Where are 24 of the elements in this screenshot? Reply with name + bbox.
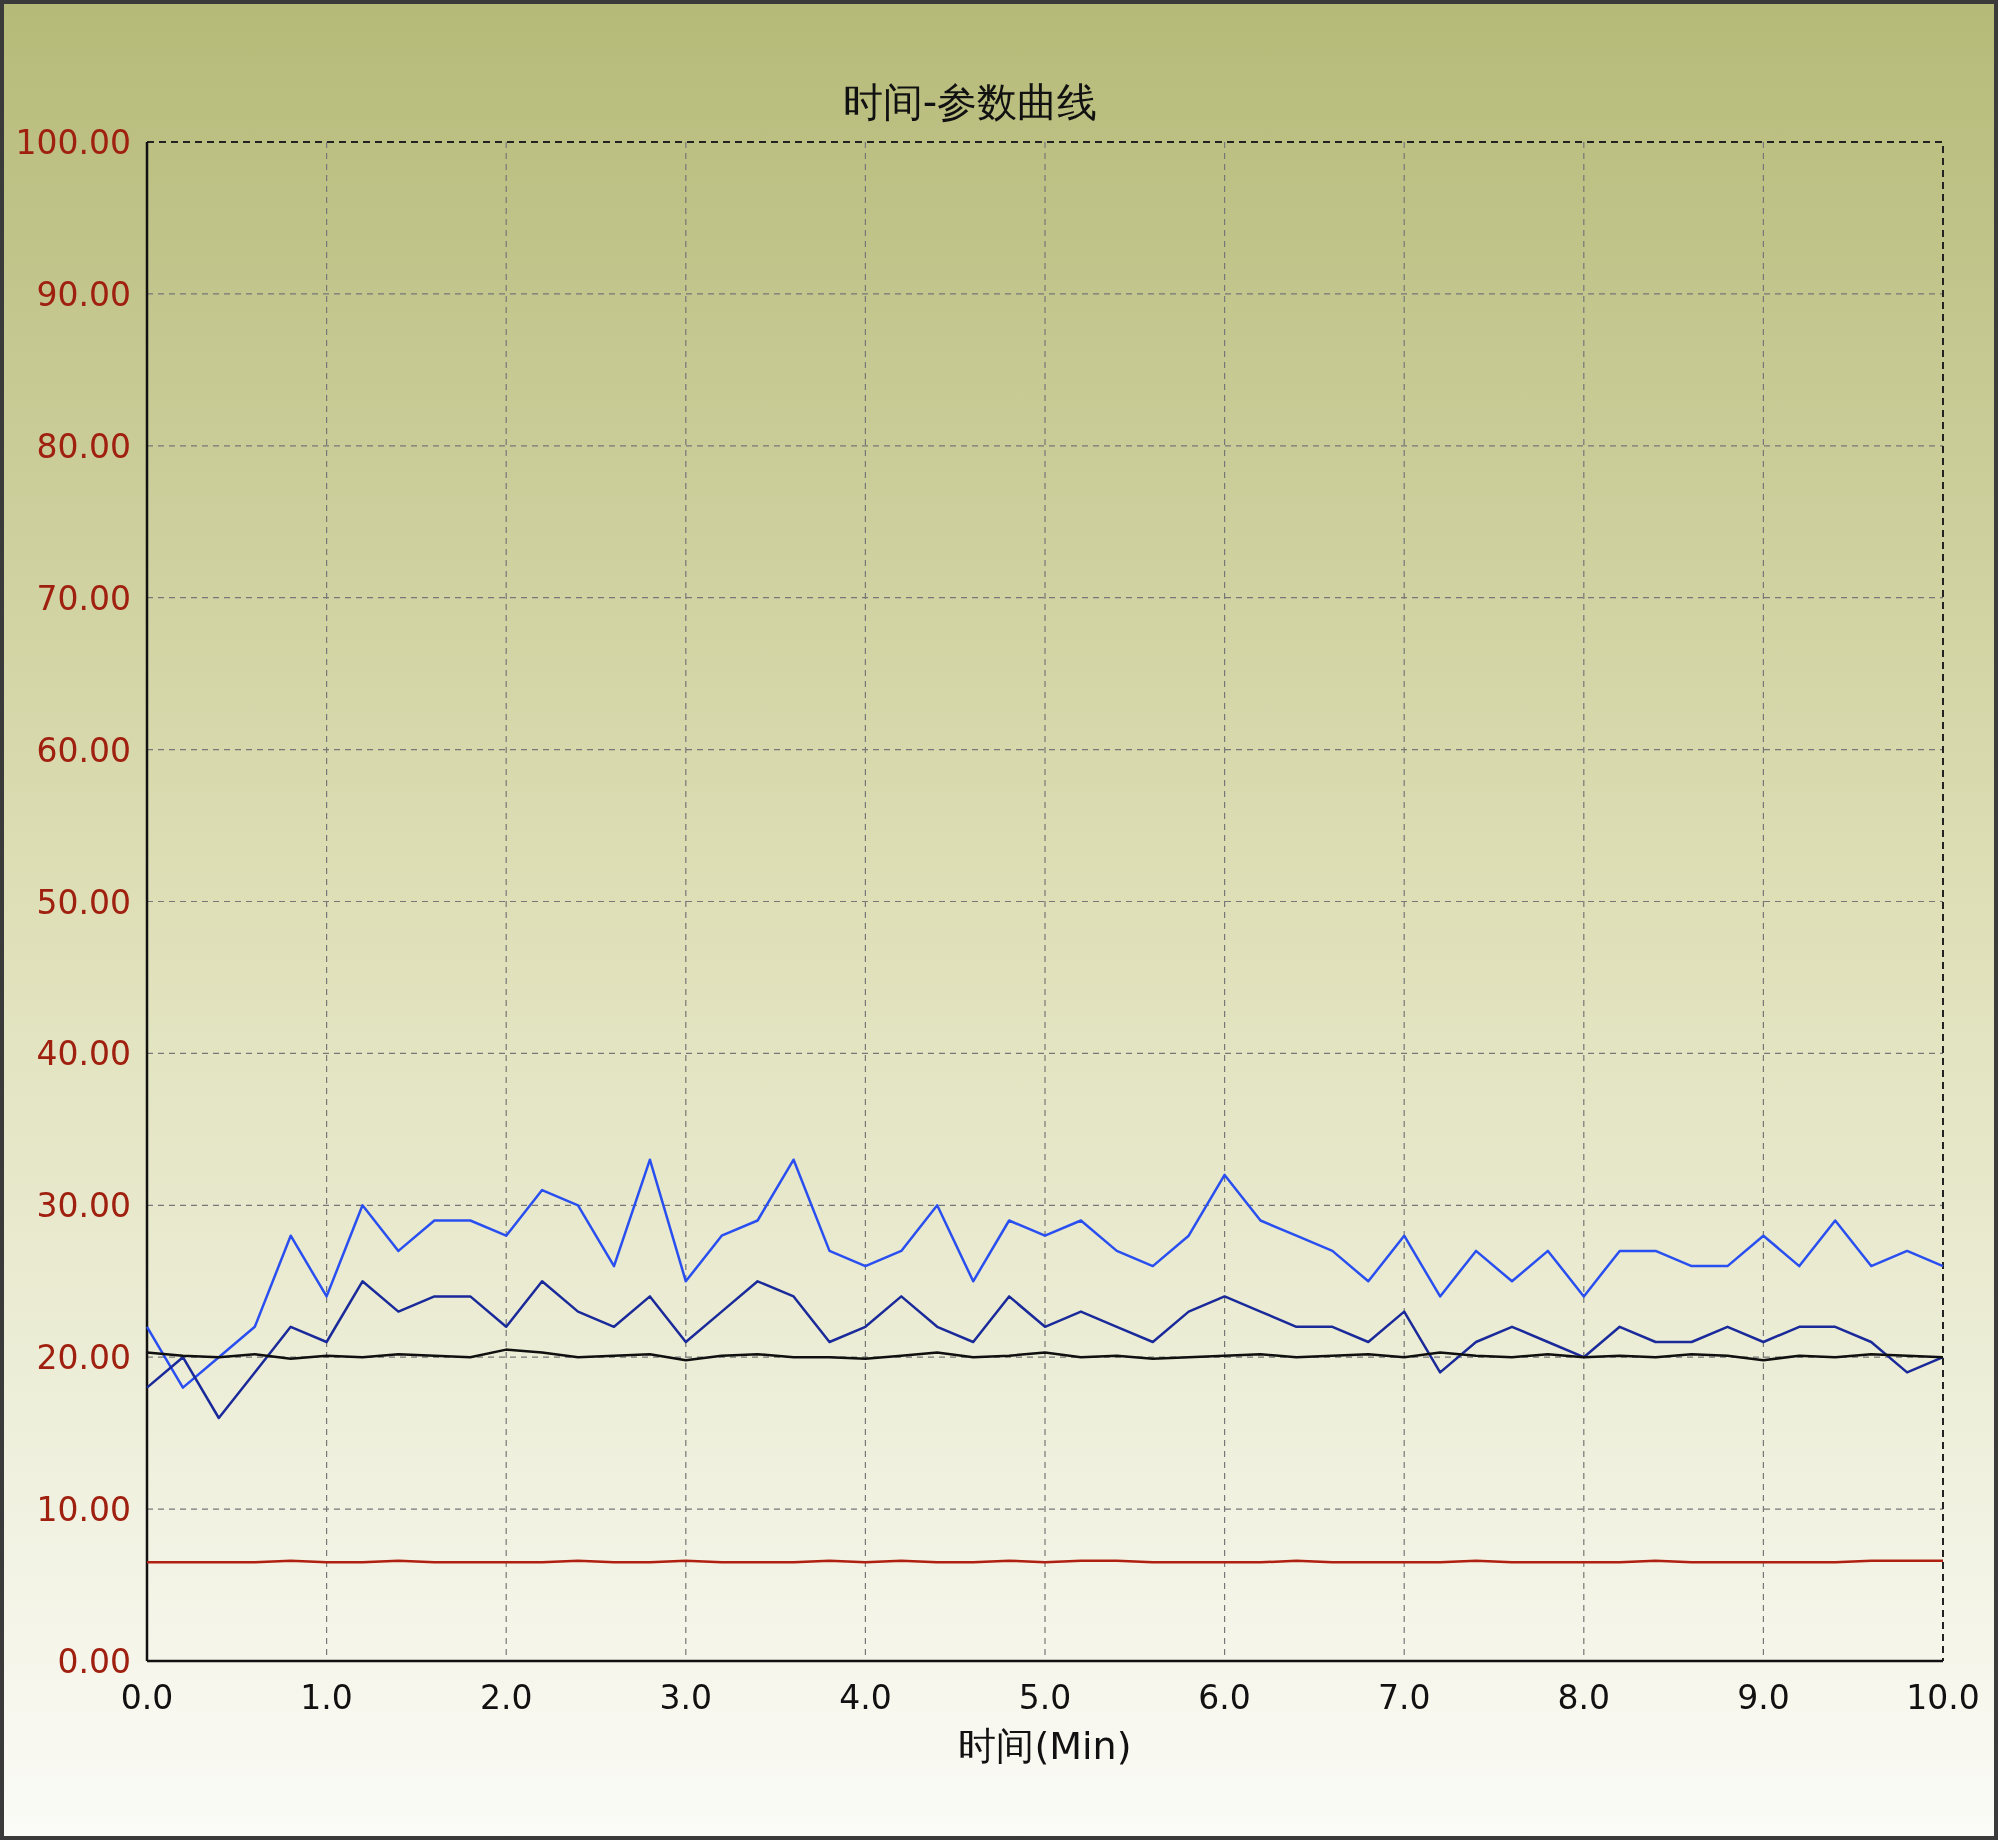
x-tick-label: 3.0 [659, 1678, 713, 1717]
chart-title: 时间-参数曲线 [842, 79, 1098, 125]
y-tick-label: 10.00 [36, 1490, 131, 1530]
x-tick-label: 2.0 [479, 1678, 533, 1717]
y-tick-label: 20.00 [36, 1338, 131, 1378]
x-tick-label: 8.0 [1557, 1678, 1611, 1717]
x-tick-label: 4.0 [839, 1678, 892, 1717]
y-tick-label: 90.00 [36, 274, 131, 314]
x-tick-label: 10.0 [1906, 1678, 1980, 1717]
y-tick-label: 70.00 [36, 578, 131, 618]
x-tick-label: 1.0 [300, 1678, 353, 1717]
y-tick-label: 0.00 [57, 1642, 131, 1681]
y-tick-label: 80.00 [36, 426, 131, 466]
y-tick-label: 100.00 [15, 123, 131, 162]
x-tick-label: 6.0 [1198, 1678, 1251, 1717]
y-tick-label: 30.00 [36, 1186, 131, 1226]
x-tick-label: 7.0 [1377, 1678, 1431, 1717]
x-tick-label: 9.0 [1737, 1678, 1790, 1717]
x-tick-label: 0.0 [120, 1678, 174, 1717]
y-tick-label: 50.00 [36, 882, 131, 922]
y-tick-label: 40.00 [36, 1034, 131, 1074]
x-tick-label: 5.0 [1018, 1678, 1072, 1717]
y-tick-label: 60.00 [36, 730, 131, 770]
x-axis-title: 时间(Min) [958, 1724, 1132, 1768]
